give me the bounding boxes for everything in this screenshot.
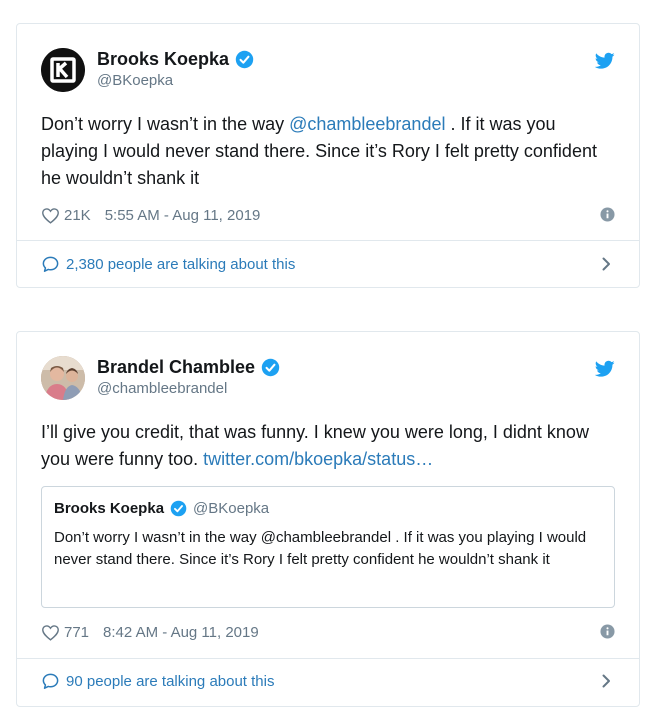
avatar[interactable] [41, 48, 85, 92]
quoted-screen-name[interactable]: @BKoepka [193, 500, 269, 517]
display-name-text[interactable]: Brooks Koepka [97, 48, 229, 70]
quoted-tweet-text: Don’t worry I wasn’t in the way @chamble… [54, 529, 587, 568]
chevron-right-icon[interactable] [602, 257, 611, 271]
heart-icon[interactable] [41, 207, 60, 224]
verified-icon [261, 358, 280, 376]
speech-bubble-icon [42, 256, 59, 272]
tweet-text-part: Don’t worry I wasn’t in the way [41, 114, 290, 134]
tweet-meta: 771 8:42 AM - Aug 11, 2019 [41, 622, 615, 642]
twitter-bird-icon[interactable] [595, 52, 615, 70]
quoted-tweet[interactable]: Brooks Koepka @BKoepka Don’t worry I was… [41, 486, 615, 608]
like-count[interactable]: 21K [64, 207, 91, 224]
tweet-card-brandel-chamblee[interactable]: Brandel Chamblee @chambleebrandel I’ll g… [16, 331, 640, 707]
info-icon[interactable] [600, 624, 615, 639]
like-count[interactable]: 771 [64, 624, 89, 641]
info-icon[interactable] [600, 207, 615, 222]
timestamp[interactable]: 5:55 AM - Aug 11, 2019 [105, 207, 261, 224]
speech-bubble-icon [42, 673, 59, 689]
divider [17, 658, 639, 659]
talking-count[interactable]: 90 people are talking about this [66, 673, 274, 690]
avatar-photo [41, 356, 85, 400]
mention-link[interactable]: @chambleebrandel [289, 114, 445, 134]
divider [17, 240, 639, 241]
quoted-display-name[interactable]: Brooks Koepka [54, 500, 164, 517]
tweet-meta: 21K 5:55 AM - Aug 11, 2019 [41, 205, 615, 225]
verified-icon [235, 50, 254, 68]
tweet-link[interactable]: twitter.com/bkoepka/status… [203, 449, 433, 469]
talking-count[interactable]: 2,380 people are talking about this [66, 256, 295, 273]
conversation-link[interactable]: 90 people are talking about this [41, 670, 615, 692]
twitter-bird-icon[interactable] [595, 360, 615, 378]
verified-icon [170, 500, 187, 517]
tweet-header: Brandel Chamblee @chambleebrandel [41, 356, 615, 400]
display-name[interactable]: Brandel Chamblee [97, 356, 280, 378]
brand-logo-icon [41, 48, 85, 92]
screen-name[interactable]: @BKoepka [97, 71, 254, 91]
tweet-header: Brooks Koepka @BKoepka [41, 48, 615, 92]
display-name[interactable]: Brooks Koepka [97, 48, 254, 70]
quoted-tweet-header: Brooks Koepka @BKoepka [54, 500, 269, 517]
tweet-text: Don’t worry I wasn’t in the way @chamble… [41, 111, 615, 192]
heart-icon[interactable] [41, 624, 60, 641]
avatar[interactable] [41, 356, 85, 400]
display-name-text[interactable]: Brandel Chamblee [97, 356, 255, 378]
timestamp[interactable]: 8:42 AM - Aug 11, 2019 [103, 624, 259, 641]
conversation-link[interactable]: 2,380 people are talking about this [41, 253, 615, 275]
tweet-card-brooks-koepka[interactable]: Brooks Koepka @BKoepka Don’t worry I was… [16, 23, 640, 288]
tweet-text: I’ll give you credit, that was funny. I … [41, 419, 615, 473]
chevron-right-icon[interactable] [602, 674, 611, 688]
screen-name[interactable]: @chambleebrandel [97, 379, 280, 399]
